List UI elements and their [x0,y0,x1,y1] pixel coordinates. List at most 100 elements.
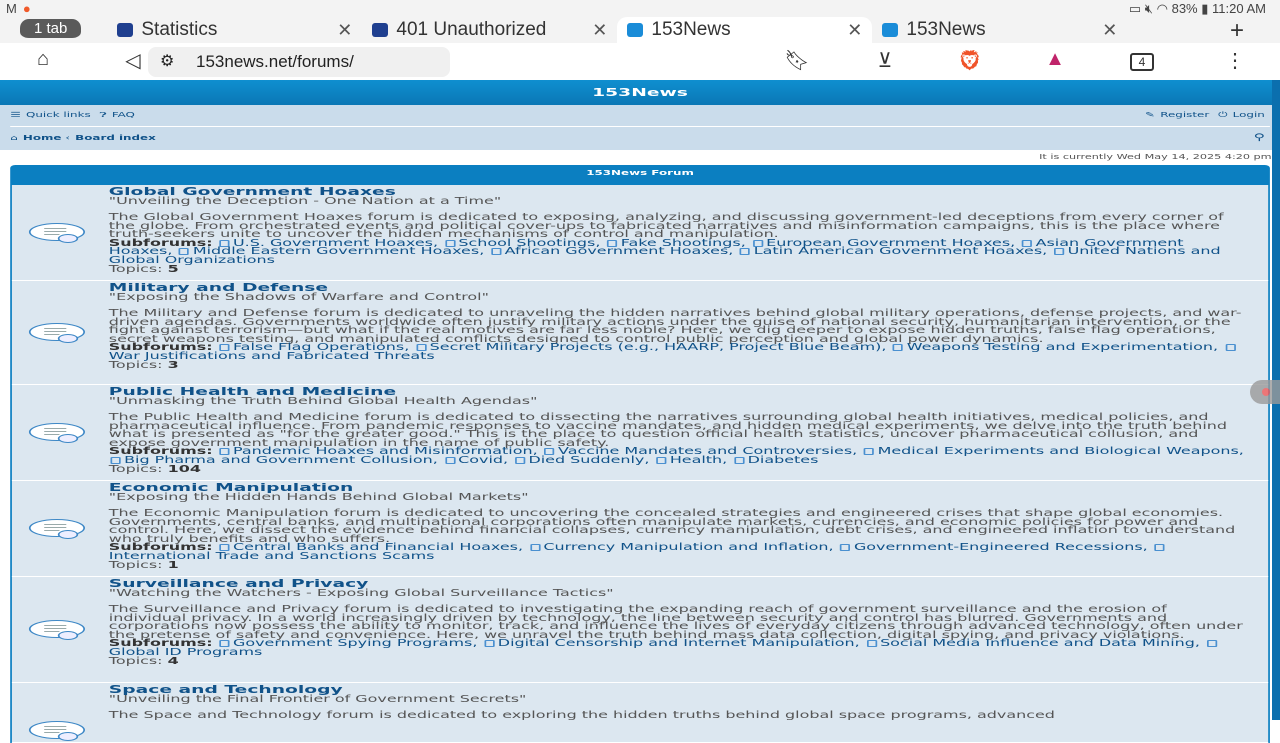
cast-icon: ▭ [1128,0,1142,16]
rewards-icon[interactable]: ▲ [1040,48,1070,71]
topics-value: 5 [167,263,179,275]
brave-shields-icon[interactable]: 🦁︎ [955,48,985,73]
topics-count: Topics: 4 [109,655,1268,667]
forum-row: Economic Manipulation "Exposing the Hidd… [11,481,1269,577]
floating-record-button[interactable] [1250,380,1280,404]
subforum-link[interactable]: Medical Experiments and Biological Weapo… [878,446,1239,457]
battery-level: 83% [1171,0,1198,16]
browser-tab[interactable]: 401 Unauthorized ✕ [362,17,617,43]
subforum-icon [740,248,751,256]
forum-description: The Military and Defense forum is dedica… [108,308,1242,345]
current-date: It is currently Wed May 14, 2025 4:20 pm [1039,153,1272,161]
subforums: Subforums: Pandemic Hoaxes and Misinform… [108,446,1244,466]
login-link[interactable]: Login [1233,111,1265,119]
faq-link[interactable]: FAQ [112,111,135,119]
url-text: 153news.net/forums/ [196,52,354,71]
subforums: Subforums: U.S. Government Hoaxes, Schoo… [108,237,1221,266]
subforum-link[interactable]: Currency Manipulation and Inflation [543,542,828,553]
battery-icon: ▮ [1201,0,1209,16]
forum-read-icon [28,619,85,640]
subforum-icon [893,344,904,352]
subforum-link[interactable]: Digital Censorship and Internet Manipula… [498,638,855,649]
subforum-icon [734,456,745,464]
close-tab-icon[interactable]: ✕ [592,20,607,41]
home-icon[interactable]: ⌂ [28,48,58,71]
topics-count: Topics: 3 [109,359,1268,371]
forum-read-icon [28,518,85,539]
site-settings-icon[interactable]: ⚙ [160,51,174,71]
forum-description: The Public Health and Medicine forum is … [108,412,1227,449]
subforum-link[interactable]: Secret Military Projects (e.g., HAARP, P… [430,342,882,353]
site-title: 153News [0,80,1280,105]
tab-title: 401 Unauthorized [396,19,547,40]
subforum-icon [840,544,851,552]
browser-toolbar: ⌂ ◁ ▷ ↻ ⚙153news.net/forums/ 🔖︎ ⊻ 🦁︎ ▲ 4… [0,43,1280,80]
tab-count-button[interactable]: 1 tab [20,19,82,41]
subforum-icon [444,456,455,464]
subforums: Subforums: False Flag Operations, Secret… [109,342,1268,361]
forum-tagline: "Exposing the Hidden Hands Behind Global… [108,492,529,503]
topics-count: Topics: 5 [109,263,1268,275]
subforum-link[interactable]: Covid [458,455,503,466]
topics-count: Topics: 1 [109,559,1268,571]
subforum-link[interactable]: Weapons Testing and Experimentation [907,342,1213,353]
mute-icon: 🔇︎ [1144,0,1153,16]
forum-list: 153News Forum Global Government Hoaxes "… [10,165,1270,743]
home-link[interactable]: Home [23,134,62,142]
home-icon: ⌂ [10,133,18,142]
subforum-icon [529,544,540,552]
topics-value: 4 [167,655,179,667]
favicon-icon [372,23,389,37]
subforum-link[interactable]: Health [670,455,722,466]
forum-tagline: "Exposing the Shadows of Warfare and Con… [108,292,489,303]
clock: 11:20 AM [1212,0,1266,16]
subforum-icon [866,640,877,648]
browser-tab[interactable]: 153News ✕ [617,17,873,43]
register-icon: ✎ [1145,111,1156,119]
topics-value: 1 [167,559,179,571]
subforum-link[interactable]: Died Suddenly [528,455,644,466]
navbar: ☰ Quick links ❓︎ FAQ ✎ Register ⏻ Login ⌂ Hom… [0,105,1280,150]
tab-title: Statistics [141,19,218,40]
bookmark-icon[interactable]: 🔖︎ [782,48,812,73]
topics-value: 3 [167,359,179,371]
tab-strip: 1 tab Statistics ✕ 401 Unauthorized ✕ 153New… [0,17,1280,45]
menu-icon[interactable]: ☰ [10,111,21,119]
faq-icon: ❓︎ [99,111,107,119]
tabs-button[interactable]: 4 [1130,53,1154,71]
forum-tagline: "Unveiling the Final Frontier of Governm… [108,694,527,705]
address-bar[interactable]: ⚙ 153news.net/forums/ [148,47,450,77]
tab-title: 153News [906,19,986,40]
subforum-link[interactable]: Government-Engineered Recessions [854,542,1143,553]
close-tab-icon[interactable]: ✕ [337,20,352,41]
back-icon[interactable]: ◁ [118,48,148,73]
forum-read-icon [28,422,85,443]
subforums: Subforums: Central Banks and Financial H… [109,542,1268,561]
forum-description: The Global Government Hoaxes forum is de… [108,212,1224,241]
subforum-icon [1154,544,1165,552]
subforum-link[interactable]: African Government Hoaxes [505,246,729,257]
topics-label: Topics: [108,463,163,475]
subforum-link[interactable]: Government Spying Programs [233,638,472,649]
subforum-link[interactable]: Latin American Government Hoaxes [754,246,1042,257]
gmail-icon: M [6,1,17,16]
record-icon [1262,388,1270,396]
favicon-icon [882,23,899,37]
search-icon[interactable]: ⚲ [1254,133,1265,143]
browser-tab[interactable]: 153News ✕ [872,17,1127,43]
subforum-link[interactable]: Diabetes [748,455,819,466]
subforum-link[interactable]: Social Media Influence and Data Mining [880,638,1195,649]
app-notification-icon: ● [22,1,31,16]
new-tab-button[interactable]: + [1230,17,1244,45]
register-link[interactable]: Register [1160,111,1209,119]
browser-tab[interactable]: Statistics ✕ [107,17,362,43]
board-index-link[interactable]: Board index [75,134,156,142]
download-icon[interactable]: ⊻ [870,48,900,73]
close-tab-icon[interactable]: ✕ [1102,20,1117,41]
close-tab-icon[interactable]: ✕ [847,20,862,41]
quick-links[interactable]: Quick links [26,111,91,119]
subforums: Subforums: Government Spying Programs, D… [109,638,1268,657]
category-header[interactable]: 153News Forum [12,165,1268,185]
wifi-icon: ◠ [1156,0,1168,16]
menu-icon[interactable]: ⋮ [1220,48,1250,73]
